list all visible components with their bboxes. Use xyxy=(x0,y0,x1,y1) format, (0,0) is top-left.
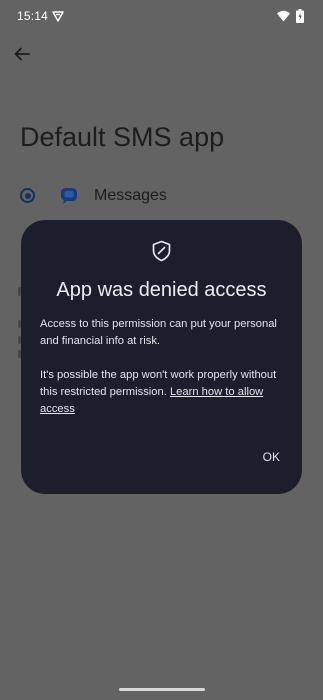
dialog-message: Access to this permission can put your p… xyxy=(40,318,277,347)
permission-denied-dialog: App was denied access Access to this per… xyxy=(21,220,302,494)
page-title: Default SMS app xyxy=(20,122,225,152)
status-time: 15:14 xyxy=(17,9,49,23)
messages-icon xyxy=(61,188,77,204)
gesture-nav-handle[interactable] xyxy=(119,688,205,691)
messages-radio-button[interactable] xyxy=(20,188,35,203)
arrow-back-icon[interactable] xyxy=(12,44,32,64)
dialog-title: App was denied access xyxy=(56,279,267,301)
ok-button[interactable]: OK xyxy=(259,448,284,466)
status-bar: 15:14 xyxy=(0,0,323,32)
messages-option-label[interactable]: Messages xyxy=(94,187,167,205)
dialog-body: Access to this permission can put your p… xyxy=(40,316,288,435)
wifi-icon xyxy=(277,10,290,22)
shield-icon xyxy=(152,240,171,262)
vpn-icon xyxy=(52,11,64,22)
dialog-message-secondary: It's possible the app won't work properl… xyxy=(40,367,288,418)
battery-icon xyxy=(296,9,304,23)
